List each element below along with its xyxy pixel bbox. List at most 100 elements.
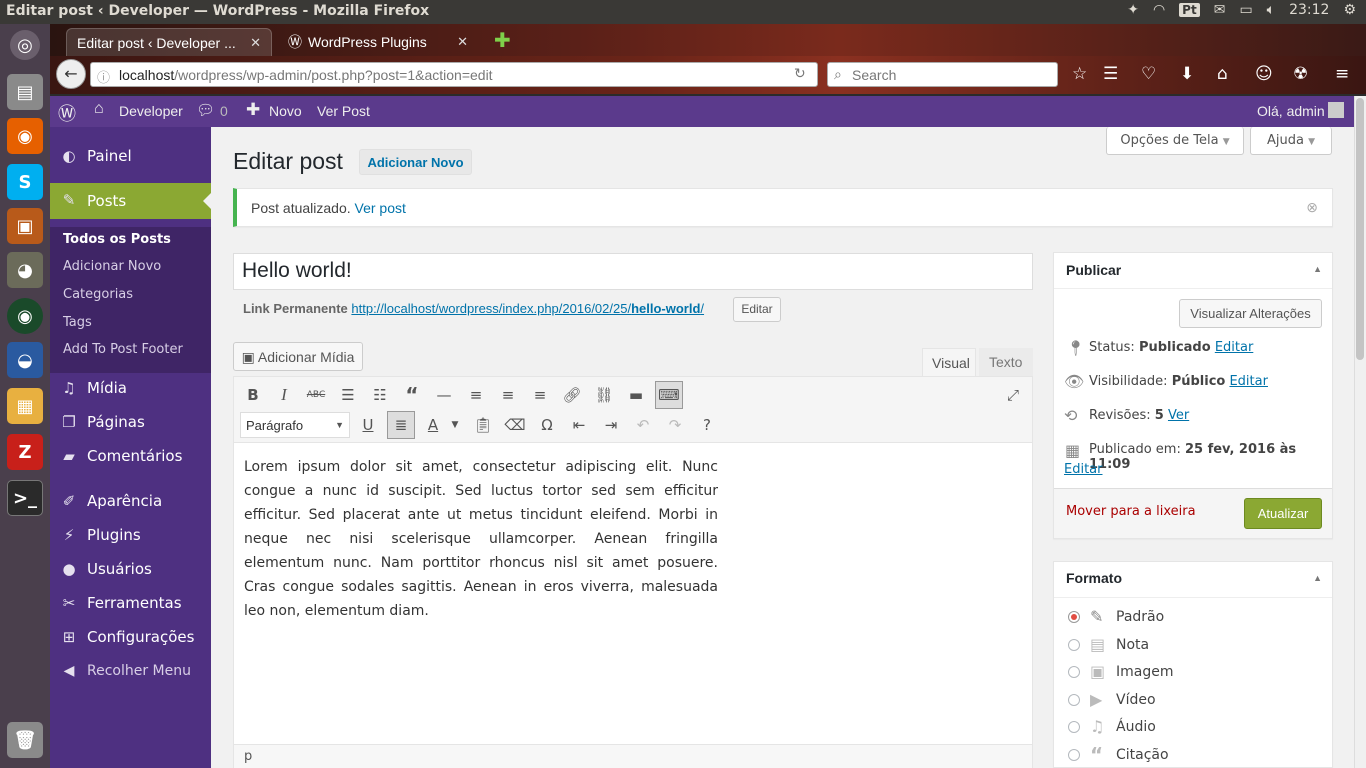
- format-radio-aside[interactable]: [1068, 639, 1080, 651]
- align-right-icon[interactable]: ≡: [529, 384, 551, 406]
- paste-as-text-icon[interactable]: 📋︎: [472, 414, 494, 436]
- tab-edit-post[interactable]: Editar post ‹ Developer ... ✕: [66, 28, 272, 56]
- format-select[interactable]: Parágrafo ▼: [240, 412, 350, 438]
- tab-visual[interactable]: Visual: [922, 348, 976, 377]
- downloads-icon[interactable]: ⬇: [1180, 64, 1194, 84]
- collapse-arrow-icon[interactable]: ▲: [1313, 573, 1322, 583]
- format-radio-audio[interactable]: [1068, 721, 1080, 733]
- tab-wordpress-plugins[interactable]: Ⓦ WordPress Plugins ✕: [278, 28, 478, 56]
- submenu-add-new[interactable]: Adicionar Novo: [63, 259, 161, 274]
- filezilla-icon[interactable]: Z: [7, 434, 43, 470]
- view-post-link[interactable]: Ver post: [355, 200, 406, 216]
- text-color-icon[interactable]: A: [422, 414, 444, 436]
- editor-content[interactable]: Lorem ipsum dolor sit amet, consectetur …: [244, 455, 718, 623]
- avatar[interactable]: [1328, 102, 1344, 118]
- view-revisions-link[interactable]: Ver: [1168, 408, 1189, 423]
- menu-item-appearance[interactable]: ✐ Aparência: [50, 484, 211, 518]
- align-center-icon[interactable]: ≡: [497, 384, 519, 406]
- firefox-icon[interactable]: ◉: [7, 118, 43, 154]
- format-radio-image[interactable]: [1068, 666, 1080, 678]
- format-box-header[interactable]: Formato ▲: [1054, 562, 1332, 598]
- dropbox-icon[interactable]: ✦: [1127, 2, 1139, 18]
- collapse-arrow-icon[interactable]: ▲: [1313, 264, 1322, 274]
- format-radio-quote[interactable]: [1068, 749, 1080, 761]
- screen-options-button[interactable]: Opções de Tela ▼: [1106, 127, 1244, 155]
- redo-icon[interactable]: ↷: [664, 414, 686, 436]
- add-media-button[interactable]: ▣ Adicionar Mídia: [233, 342, 363, 371]
- back-button[interactable]: ←: [56, 59, 86, 89]
- webcam-icon[interactable]: ◉: [7, 298, 43, 334]
- submenu-categories[interactable]: Categorias: [63, 287, 133, 302]
- menu-item-media[interactable]: ♫ Mídia: [50, 371, 211, 405]
- clock[interactable]: 23:12: [1289, 2, 1329, 18]
- preview-changes-button[interactable]: Visualizar Alterações: [1179, 299, 1322, 328]
- format-label-standard[interactable]: Padrão: [1116, 609, 1164, 625]
- gimp-icon[interactable]: ◕: [7, 252, 43, 288]
- move-to-trash-link[interactable]: Mover para a lixeira: [1066, 504, 1196, 519]
- numbered-list-icon[interactable]: ☷: [369, 384, 391, 406]
- edit-permalink-button[interactable]: Editar: [733, 297, 781, 322]
- collapse-menu-button[interactable]: ◀ Recolher Menu: [50, 655, 211, 689]
- comments-count[interactable]: 0: [220, 103, 228, 119]
- bullet-list-icon[interactable]: ☰: [337, 384, 359, 406]
- format-label-audio[interactable]: Áudio: [1116, 719, 1156, 735]
- help-button[interactable]: Ajuda ▼: [1250, 127, 1332, 155]
- comments-icon[interactable]: 💬︎: [196, 101, 215, 119]
- mail-icon[interactable]: ✉: [1214, 2, 1226, 18]
- home-icon[interactable]: ⌂: [1217, 64, 1228, 84]
- menu-icon[interactable]: ≡: [1335, 64, 1349, 84]
- menu-item-comments[interactable]: ▰ Comentários: [50, 439, 211, 473]
- menu-item-pages[interactable]: ❐ Páginas: [50, 405, 211, 439]
- new-content-link[interactable]: Novo: [269, 103, 302, 119]
- menu-item-tools[interactable]: ✂ Ferramentas: [50, 586, 211, 620]
- pocket-icon[interactable]: ♡: [1141, 64, 1156, 84]
- menu-item-plugins[interactable]: ⚡ Plugins: [50, 518, 211, 552]
- menu-item-dashboard[interactable]: ◐ Painel: [50, 139, 211, 173]
- skype-icon[interactable]: S: [7, 164, 43, 200]
- post-title-input[interactable]: Hello world!: [233, 253, 1033, 290]
- italic-icon[interactable]: I: [273, 384, 295, 406]
- submenu-add-to-post-footer[interactable]: Add To Post Footer: [63, 342, 183, 357]
- submenu-all-posts[interactable]: Todos os Posts: [63, 232, 171, 247]
- add-new-post-button[interactable]: Adicionar Novo: [359, 149, 472, 175]
- wifi-icon[interactable]: ◠: [1153, 2, 1165, 18]
- format-label-aside[interactable]: Nota: [1116, 637, 1149, 653]
- menu-item-settings[interactable]: ⊞ Configurações: [50, 620, 211, 654]
- remove-link-icon[interactable]: ⛓: [593, 384, 615, 406]
- justify-icon[interactable]: ≣: [387, 411, 415, 439]
- edit-status-link[interactable]: Editar: [1215, 340, 1254, 355]
- emoji-addon-icon[interactable]: ☺: [1255, 64, 1273, 84]
- calculator-icon[interactable]: ▦: [7, 388, 43, 424]
- reload-icon[interactable]: ↻: [794, 66, 806, 82]
- user-greeting[interactable]: Olá, admin: [1257, 103, 1325, 119]
- close-tab-icon[interactable]: ✕: [250, 35, 261, 51]
- battery-icon[interactable]: ▭: [1239, 2, 1252, 18]
- search-input[interactable]: ⌕ Search: [827, 62, 1058, 87]
- strikethrough-icon[interactable]: ABC: [305, 384, 327, 406]
- new-plus-icon[interactable]: ✚: [246, 100, 260, 120]
- reading-list-icon[interactable]: ☰: [1103, 64, 1118, 84]
- trash-icon[interactable]: 🗑︎: [7, 722, 43, 758]
- site-home-icon[interactable]: ⌂: [94, 100, 104, 118]
- view-post-link[interactable]: Ver Post: [317, 103, 370, 119]
- bold-icon[interactable]: B: [242, 384, 264, 406]
- outdent-icon[interactable]: ⇤: [568, 414, 590, 436]
- format-label-quote[interactable]: Citação: [1116, 747, 1169, 763]
- volume-icon[interactable]: 🔈︎: [1267, 2, 1275, 18]
- format-radio-video[interactable]: [1068, 694, 1080, 706]
- format-radio-standard[interactable]: [1068, 611, 1080, 623]
- clear-formatting-icon[interactable]: ⌫: [504, 414, 526, 436]
- close-tab-icon[interactable]: ✕: [457, 34, 468, 50]
- edit-date-link[interactable]: Editar: [1064, 462, 1103, 477]
- fullscreen-icon[interactable]: ⤢: [1002, 384, 1024, 406]
- align-left-icon[interactable]: ≡: [465, 384, 487, 406]
- permalink-url[interactable]: http://localhost/wordpress/index.php/201…: [351, 301, 704, 316]
- scrollbar-thumb[interactable]: [1356, 98, 1364, 360]
- submenu-tags[interactable]: Tags: [63, 315, 92, 330]
- update-button[interactable]: Atualizar: [1244, 498, 1322, 529]
- indent-icon[interactable]: ⇥: [600, 414, 622, 436]
- publish-box-header[interactable]: Publicar ▲: [1054, 253, 1332, 289]
- info-icon[interactable]: ⓘ: [97, 67, 110, 86]
- help-icon[interactable]: ?: [696, 414, 718, 436]
- edit-visibility-link[interactable]: Editar: [1229, 374, 1268, 389]
